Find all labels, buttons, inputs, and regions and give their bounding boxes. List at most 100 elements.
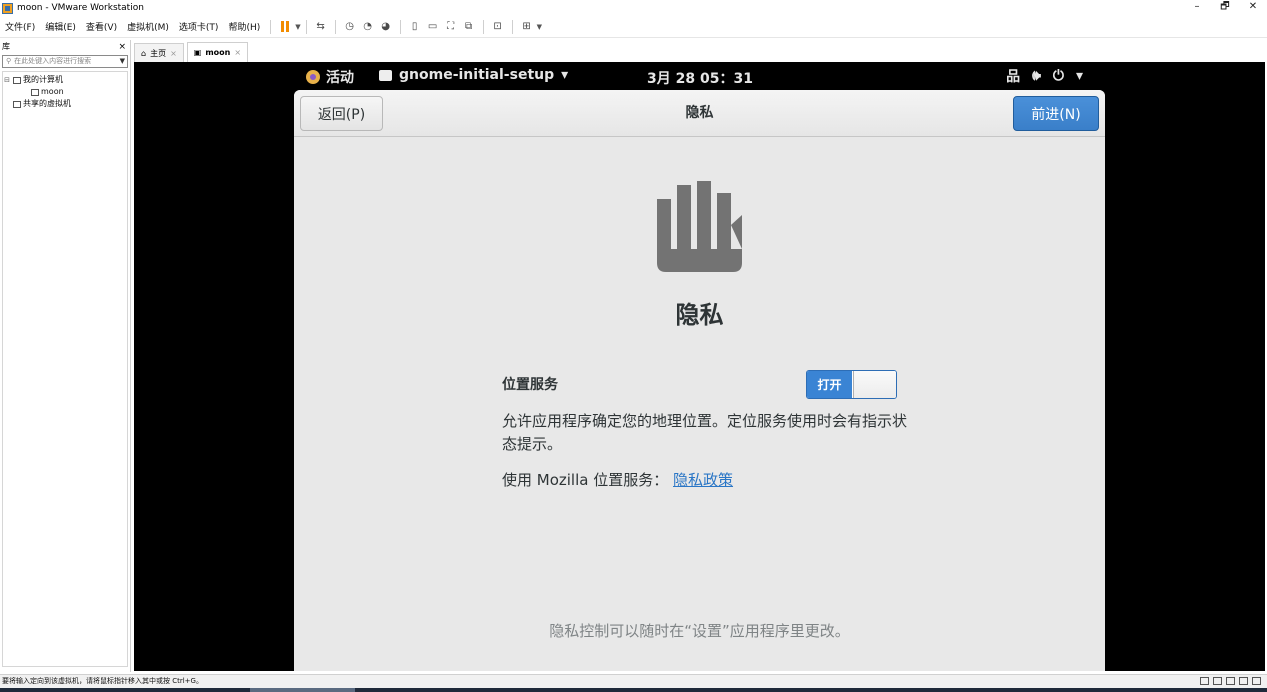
search-dropdown-icon[interactable]: ▼ <box>120 56 125 67</box>
cdrom-icon[interactable] <box>1213 677 1222 685</box>
pause-icon[interactable] <box>278 20 292 34</box>
tree-item-my-computer[interactable]: ⊟ 我的计算机 <box>3 74 127 86</box>
show-library-icon[interactable]: ▯ <box>408 20 422 34</box>
snapshot-manager-icon[interactable]: ◕ <box>379 20 393 34</box>
app-menu-label: gnome-initial-setup <box>399 67 555 83</box>
next-button[interactable]: 前进(N) <box>1013 96 1099 131</box>
page-heading: 隐私 <box>675 301 724 329</box>
tree-item-shared-vms[interactable]: 共享的虚拟机 <box>3 98 127 110</box>
unity-icon[interactable]: ⧉ <box>462 20 476 34</box>
vmware-logo-icon <box>2 2 13 14</box>
toolbar-separator <box>334 19 336 34</box>
location-services-label: 位置服务 <box>502 377 558 393</box>
library-tree: ⊟ 我的计算机 moon 共享的虚拟机 <box>2 71 128 667</box>
location-description: 允许应用程序确定您的地理位置。定位服务使用时会有指示状态提示。 <box>502 412 908 453</box>
tree-item-vm-moon[interactable]: moon <box>3 86 127 98</box>
tab-strip: ⌂ 主页 × ▣ moon × <box>131 42 249 62</box>
privacy-hand-icon <box>657 181 742 272</box>
volume-icon: 🕪 <box>1032 68 1041 84</box>
privacy-policy-link[interactable]: 隐私政策 <box>673 471 733 489</box>
window-title: moon - VMware Workstation <box>17 3 144 13</box>
chevron-down-icon: ▾ <box>561 67 569 83</box>
computer-icon <box>13 76 21 84</box>
taskbar-active-item <box>250 688 355 692</box>
clock[interactable]: 3月 28 05：31 <box>647 68 753 88</box>
gnome-top-bar: 活动 gnome-initial-setup ▾ 3月 28 05：31 品 🕪… <box>304 62 1097 90</box>
dialog-title: 隐私 <box>685 105 714 121</box>
toggle-knob <box>853 371 896 398</box>
location-services-toggle[interactable]: 打开 <box>806 370 897 399</box>
toolbar-separator <box>511 19 513 34</box>
mozilla-text: 使用 Mozilla 位置服务： <box>502 471 669 489</box>
stretch-dropdown-icon[interactable]: ▼ <box>537 23 542 31</box>
vm-tab-icon: ▣ <box>193 48 202 57</box>
app-menu[interactable]: gnome-initial-setup ▾ <box>379 67 568 83</box>
app-icon <box>379 69 392 81</box>
tab-home[interactable]: ⌂ 主页 × <box>134 43 184 62</box>
revert-snapshot-icon[interactable]: ◔ <box>361 20 375 34</box>
hdd-icon[interactable] <box>1200 677 1209 685</box>
search-placeholder: 在此处键入内容进行搜索 <box>14 57 92 65</box>
window-controls: – 🗗 ✕ <box>1183 0 1267 16</box>
mozilla-service-line: 使用 Mozilla 位置服务： 隐私政策 <box>502 469 733 490</box>
power-icon: ⏻ <box>1052 68 1064 84</box>
tab-moon-close-button[interactable]: × <box>234 48 241 57</box>
device-status-icons <box>1200 677 1261 685</box>
activities-icon <box>306 70 320 84</box>
toggle-on-label: 打开 <box>807 371 852 398</box>
sound-icon[interactable] <box>1239 677 1248 685</box>
snapshot-icon[interactable]: ◷ <box>343 20 357 34</box>
toolbar-separator <box>305 19 307 34</box>
system-tray[interactable]: 品 🕪 ⏻ ▾ <box>1006 66 1083 86</box>
library-panel: 库 × ⚲ 在此处键入内容进行搜索 ▼ ⊟ 我的计算机 moon 共享的虚拟机 <box>0 40 131 672</box>
tab-home-label: 主页 <box>150 48 167 58</box>
tree-label-shared: 共享的虚拟机 <box>23 99 71 108</box>
privacy-footnote: 隐私控制可以随时在“设置”应用程序里更改。 <box>549 622 850 640</box>
message-icon[interactable] <box>1252 677 1261 685</box>
network-adapter-icon[interactable] <box>1226 677 1235 685</box>
initial-setup-dialog: 返回(P) 隐私 前进(N) 隐私 位置服务 打开 允许应用程序确定您的地理位置… <box>294 90 1105 671</box>
power-dropdown-icon[interactable]: ▼ <box>295 23 300 31</box>
close-button[interactable]: ✕ <box>1239 0 1267 16</box>
tab-home-close-button[interactable]: × <box>170 49 177 58</box>
network-icon: 品 <box>1006 69 1021 85</box>
library-search-input[interactable]: ⚲ 在此处键入内容进行搜索 ▼ <box>2 55 128 68</box>
tree-label-vm: moon <box>41 87 64 96</box>
fullscreen-icon[interactable]: ⛶ <box>444 20 458 34</box>
dialog-header: 返回(P) 隐私 前进(N) <box>294 90 1105 137</box>
menu-vm[interactable]: 虚拟机(M) <box>122 20 174 33</box>
library-close-button[interactable]: × <box>118 40 126 54</box>
activities-button[interactable]: 活动 <box>306 67 354 87</box>
thumbnail-bar-icon[interactable]: ▭ <box>426 20 440 34</box>
stretch-guest-icon[interactable]: ⊞ <box>520 20 534 34</box>
menu-file[interactable]: 文件(F) <box>0 20 40 33</box>
tree-label-my-computer: 我的计算机 <box>23 75 63 84</box>
back-button[interactable]: 返回(P) <box>300 96 383 131</box>
library-header: 库 × <box>0 40 130 54</box>
tab-moon-label: moon <box>205 48 231 57</box>
toolbar-separator <box>270 19 272 34</box>
activities-label: 活动 <box>326 70 354 86</box>
home-icon: ⌂ <box>141 48 147 58</box>
collapse-icon[interactable]: ⊟ <box>3 74 11 86</box>
status-text: 要将输入定向到该虚拟机，请将鼠标指针移入其中或按 Ctrl+G。 <box>2 677 203 685</box>
library-title: 库 <box>2 42 10 51</box>
restore-button[interactable]: 🗗 <box>1211 0 1239 16</box>
shared-vm-icon <box>13 100 21 108</box>
vm-console[interactable]: 活动 gnome-initial-setup ▾ 3月 28 05：31 品 🕪… <box>134 62 1265 671</box>
taskbar-strip <box>0 688 1267 692</box>
search-icon: ⚲ <box>6 57 12 65</box>
toolbar-separator <box>482 19 484 34</box>
menu-tabs[interactable]: 选项卡(T) <box>174 20 224 33</box>
tab-moon[interactable]: ▣ moon × <box>186 42 249 62</box>
vm-icon <box>31 88 39 96</box>
console-view-icon[interactable]: ⊡ <box>491 20 505 34</box>
menu-view[interactable]: 查看(V) <box>81 20 122 33</box>
menu-edit[interactable]: 编辑(E) <box>40 20 81 33</box>
menu-help[interactable]: 帮助(H) <box>223 20 265 33</box>
toolbar-separator <box>399 19 401 34</box>
title-bar: moon - VMware Workstation – 🗗 ✕ <box>0 0 1267 16</box>
minimize-button[interactable]: – <box>1183 0 1211 16</box>
send-ctrl-alt-del-icon[interactable]: ⇆ <box>314 20 328 34</box>
menu-bar: 文件(F) 编辑(E) 查看(V) 虚拟机(M) 选项卡(T) 帮助(H) ▼ … <box>0 16 1267 38</box>
